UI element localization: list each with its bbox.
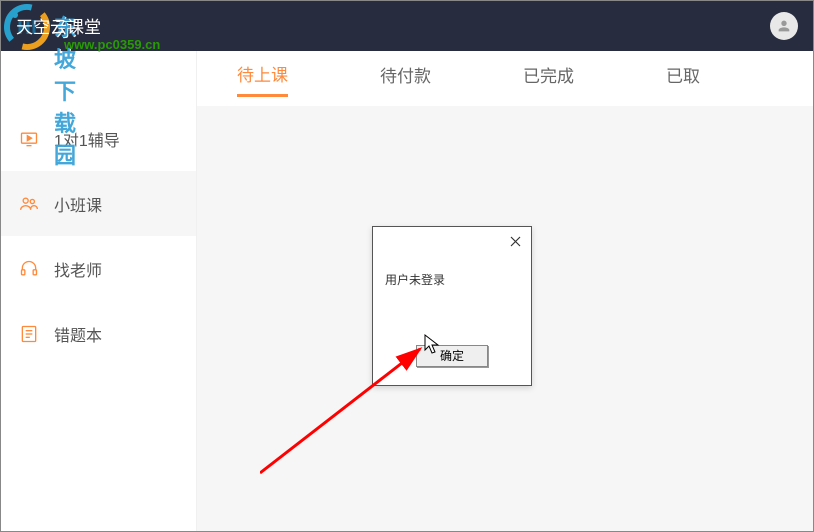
main-area: 待上课 待付款 已完成 已取 用户未登录 确定 (197, 51, 814, 532)
sidebar-item-findteacher[interactable]: 找老师 (0, 236, 196, 301)
headset-icon (18, 258, 40, 280)
header: 天空云课堂 (0, 0, 814, 51)
sidebar: 1对1辅导 小班课 找老师 错题本 (0, 51, 197, 532)
sidebar-item-tutoring[interactable]: 1对1辅导 (0, 106, 196, 171)
avatar[interactable] (770, 12, 798, 40)
login-dialog: 用户未登录 确定 (372, 226, 532, 386)
sidebar-item-mistakes[interactable]: 错题本 (0, 301, 196, 366)
sidebar-item-label: 小班课 (54, 192, 102, 216)
sidebar-item-smallclass[interactable]: 小班课 (0, 171, 196, 236)
app-title: 天空云课堂 (16, 13, 101, 38)
user-icon (776, 18, 792, 34)
notebook-icon (18, 323, 40, 345)
tab-completed[interactable]: 已完成 (523, 62, 574, 95)
play-box-icon (18, 128, 40, 150)
sidebar-item-label: 错题本 (54, 322, 102, 346)
close-button[interactable] (507, 233, 523, 249)
group-icon (18, 193, 40, 215)
tab-cancelled[interactable]: 已取 (666, 62, 700, 95)
sidebar-item-label: 1对1辅导 (54, 127, 120, 151)
confirm-button[interactable]: 确定 (416, 345, 488, 367)
close-icon (510, 236, 521, 247)
content: 用户未登录 确定 (197, 106, 814, 532)
tabs: 待上课 待付款 已完成 已取 (197, 51, 814, 106)
sidebar-item-label: 找老师 (54, 257, 102, 281)
tab-pending-class[interactable]: 待上课 (237, 61, 288, 97)
tab-pending-payment[interactable]: 待付款 (380, 62, 431, 95)
